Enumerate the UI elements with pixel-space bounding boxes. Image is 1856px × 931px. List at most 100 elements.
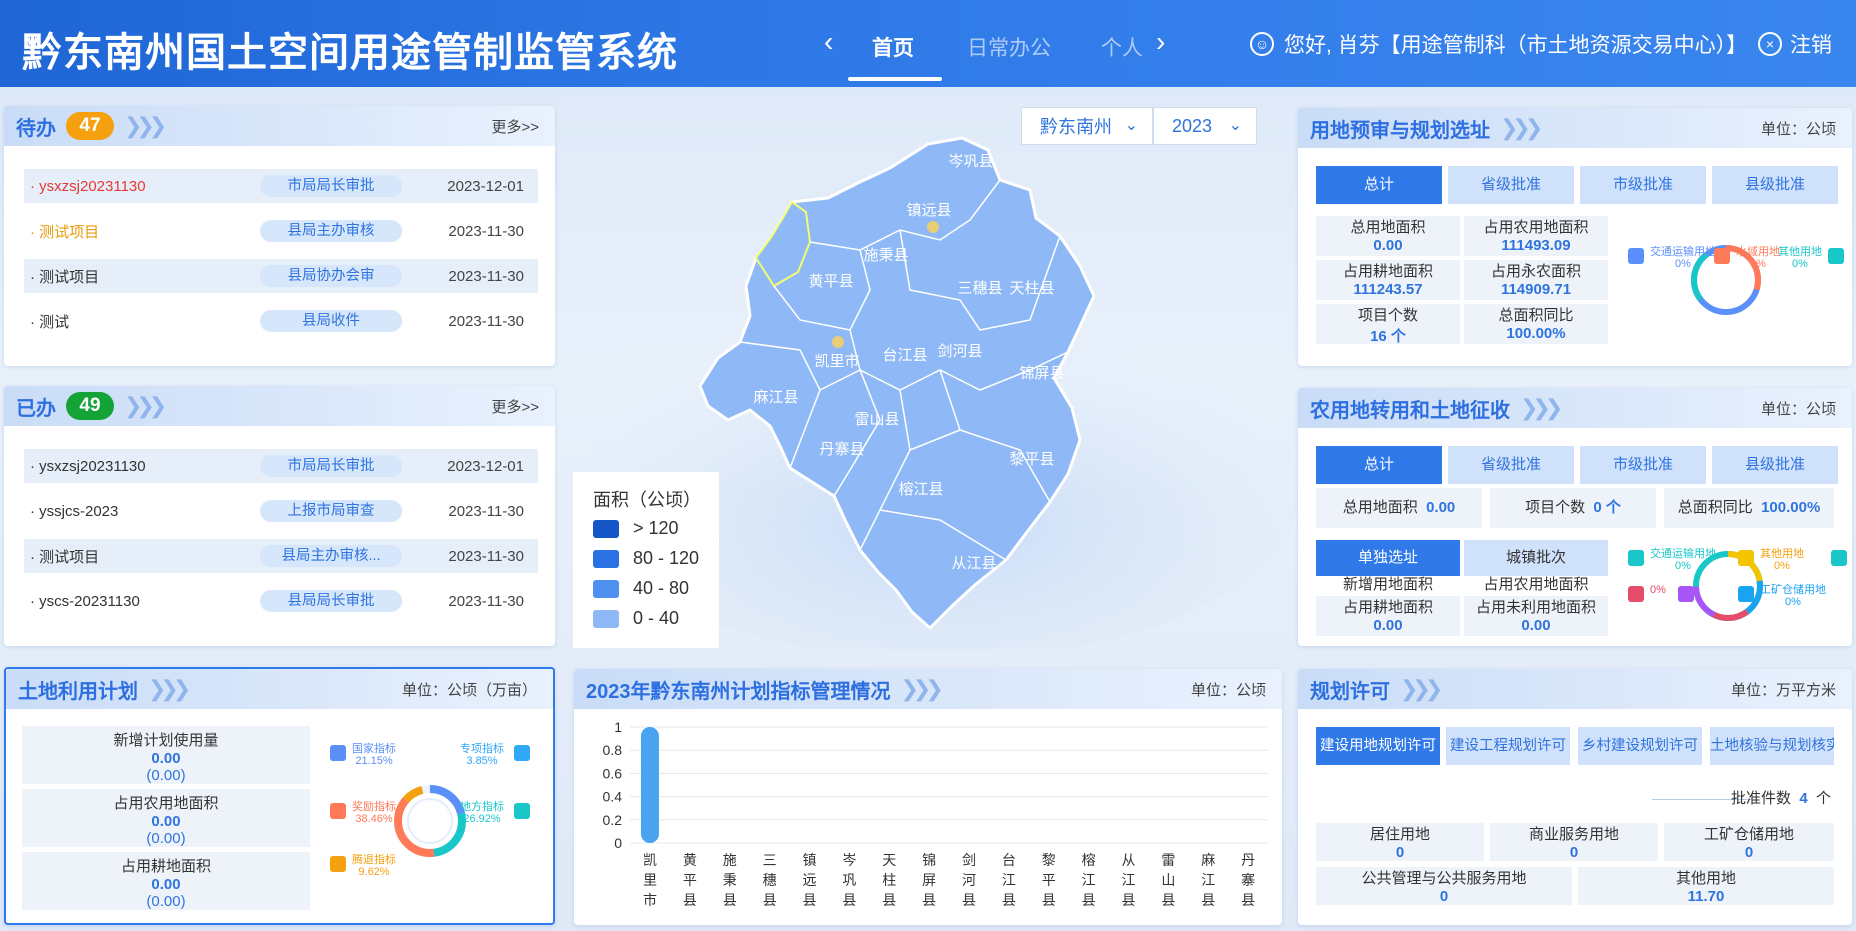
stat-cell-label: 新增用地面积: [1342, 576, 1433, 593]
stat-cell: 项目个数 16 个: [1316, 304, 1460, 345]
user-icon: ☺: [1250, 32, 1274, 56]
land-plan-item-value: 0.00: [151, 876, 181, 893]
user-info[interactable]: ☺ 您好, 肖芬【用途管制科（市土地资源交易中心）】: [1250, 29, 1747, 59]
y-tick-label: 0.2: [603, 812, 623, 828]
x-tick-label: 丹寨县: [1241, 852, 1255, 908]
double-chevron-icon: ❯❯❯: [900, 676, 944, 701]
legend-special: 专项指标 3.85%: [460, 743, 504, 767]
logout-button[interactable]: × 注销: [1758, 29, 1832, 59]
map-legend-item: 0 - 40: [593, 608, 679, 629]
todo-count-badge: 47: [66, 112, 114, 140]
plan-index-unit: 单位：公顷: [1190, 681, 1266, 699]
todo-panel: 待办 47 ❯❯❯ 更多>> · ysxzsj20231130 市局局长审批 2…: [4, 106, 555, 366]
done-row[interactable]: · 测试项目 县局主办审核... 2023-11-30: [24, 539, 538, 573]
county-label: 凯里市: [814, 353, 859, 370]
pre-review-header: 用地预审与规划选址 ❯❯❯ 单位：公顷: [1298, 108, 1852, 148]
land-plan-header: 土地利用计划 ❯❯❯ 单位：公顷（万亩）: [6, 669, 553, 709]
subtab-batch[interactable]: 城镇批次: [1464, 540, 1608, 576]
subtab-standalone[interactable]: 单独选址: [1316, 540, 1460, 576]
todo-row-name: · 测试: [30, 313, 70, 331]
chevron-down-icon: ⌄: [1228, 117, 1242, 134]
x-tick-label: 三穗县: [763, 852, 777, 908]
stat-cell-label: 占用农用地面积: [1483, 576, 1589, 593]
x-tick-label: 黎平县: [1042, 852, 1056, 908]
done-more-link[interactable]: 更多>>: [491, 396, 539, 417]
tab-county[interactable]: 县级批准: [1712, 166, 1838, 204]
x-tick-label: 岑巩县: [842, 852, 856, 908]
land-plan-item: 新增计划使用量 0.00 (0.00): [22, 726, 310, 784]
legend-swatch: [1714, 248, 1730, 264]
legend-local: 地方指标 26.92%: [460, 801, 504, 825]
map-marker[interactable]: [832, 336, 844, 348]
y-tick-label: 0: [614, 835, 622, 851]
tab-home[interactable]: 首页: [872, 32, 914, 62]
todo-more-link[interactable]: 更多>>: [491, 116, 539, 137]
tab-land-verification[interactable]: 土地核验与规划核实: [1710, 727, 1834, 765]
tab-total[interactable]: 总计: [1316, 446, 1442, 484]
map-marker[interactable]: [927, 221, 939, 233]
tab-county[interactable]: 县级批准: [1712, 446, 1838, 484]
done-row[interactable]: · yssjcs-2023 上报市局审查 2023-11-30: [24, 494, 538, 528]
double-chevron-icon: ❯❯❯: [148, 676, 191, 701]
tab-provincial[interactable]: 省级批准: [1448, 166, 1574, 204]
chevron-right-icon[interactable]: ›: [1156, 28, 1165, 56]
permit-cell: 公共管理与公共服务用地 0: [1316, 867, 1572, 905]
legend-swatch: [1678, 586, 1694, 602]
todo-row[interactable]: · ysxzsj20231130 市局局长审批 2023-12-01: [24, 169, 538, 203]
todo-row-status: 市局局长审批: [260, 175, 402, 197]
done-row-name: · 测试项目: [30, 548, 100, 566]
year-select[interactable]: 2023 ⌄: [1153, 107, 1257, 145]
user-greeting: 您好, 肖芬【用途管制科（市土地资源交易中心）】: [1284, 34, 1748, 57]
map-legend-item: 40 - 80: [593, 578, 689, 599]
tab-personal[interactable]: 个人: [1101, 32, 1145, 62]
close-circle-icon: ×: [1758, 32, 1782, 56]
double-chevron-icon: ❯❯❯: [1400, 676, 1443, 701]
todo-row[interactable]: · 测试 县局收件 2023-11-30: [24, 304, 538, 338]
tab-rural-planning-permit[interactable]: 乡村建设规划许可: [1578, 727, 1702, 765]
bar[interactable]: [640, 727, 659, 843]
county-label: 黎平县: [1009, 451, 1054, 468]
county-label: 麻江县: [753, 389, 798, 406]
land-plan-item-sub: (0.00): [146, 767, 186, 784]
done-row[interactable]: · ysxzsj20231130 市局局长审批 2023-12-01: [24, 449, 538, 483]
pre-review-unit: 单位：公顷: [1760, 120, 1836, 138]
land-plan-item-sub: (0.00): [146, 830, 186, 847]
tab-city[interactable]: 市级批准: [1580, 166, 1706, 204]
tab-project-planning-permit[interactable]: 建设工程规划许可: [1446, 727, 1570, 765]
county-label: 镇远县: [906, 202, 951, 219]
x-tick-label: 锦屏县: [922, 852, 936, 908]
legend-vacate: 腾退指标 9.62%: [352, 854, 396, 878]
conversion-panel: 农用地转用和土地征收 ❯❯❯ 单位：公顷 总计 省级批准 市级批准 县级批准 总…: [1298, 388, 1852, 646]
tab-land-planning-permit[interactable]: 建设用地规划许可: [1316, 727, 1440, 765]
county-label: 榕江县: [898, 481, 943, 498]
todo-row[interactable]: · 测试项目 县局协办会审 2023-11-30: [24, 259, 538, 293]
active-tab-indicator: [848, 77, 942, 81]
done-row-status: 上报市局审查: [260, 500, 402, 522]
region-select[interactable]: 黔东南州 ⌄: [1021, 107, 1153, 145]
todo-row-name: · 测试项目: [30, 268, 100, 286]
land-plan-panel: 土地利用计划 ❯❯❯ 单位：公顷（万亩） 新增计划使用量 0.00 (0.00)…: [4, 667, 555, 925]
county-label: 剑河县: [937, 343, 982, 360]
done-row[interactable]: · yscs-20231130 县局局长审批 2023-11-30: [24, 584, 538, 618]
county-label: 锦屏县: [1019, 365, 1064, 382]
tab-city[interactable]: 市级批准: [1580, 446, 1706, 484]
tab-provincial[interactable]: 省级批准: [1448, 446, 1574, 484]
county-label: 施秉县: [863, 247, 908, 264]
land-plan-item-label: 占用耕地面积: [120, 858, 211, 875]
stat-cell: 占用永农面积 114909.71: [1464, 260, 1608, 300]
x-tick-label: 剑河县: [962, 852, 976, 908]
chevron-left-icon[interactable]: ‹: [824, 28, 833, 56]
permit-unit: 单位：万平方米: [1730, 681, 1836, 699]
stat-cell: 总面积同比 100.00%: [1464, 304, 1608, 344]
tab-total[interactable]: 总计: [1316, 166, 1442, 204]
todo-title: 待办: [16, 117, 56, 140]
todo-row[interactable]: · 测试项目 县局主办审核 2023-11-30: [24, 214, 538, 248]
legend-national: 国家指标 21.15%: [352, 743, 396, 767]
x-tick-label: 从江县: [1121, 852, 1135, 908]
x-tick-label: 天柱县: [882, 852, 896, 908]
tab-daily-office[interactable]: 日常办公: [967, 32, 1051, 62]
legend-reward: 奖励指标 38.46%: [352, 801, 396, 825]
county-label: 从江县: [951, 555, 996, 572]
todo-panel-header: 待办 47 ❯❯❯ 更多>>: [4, 106, 555, 146]
county-label: 丹寨县: [819, 440, 864, 458]
